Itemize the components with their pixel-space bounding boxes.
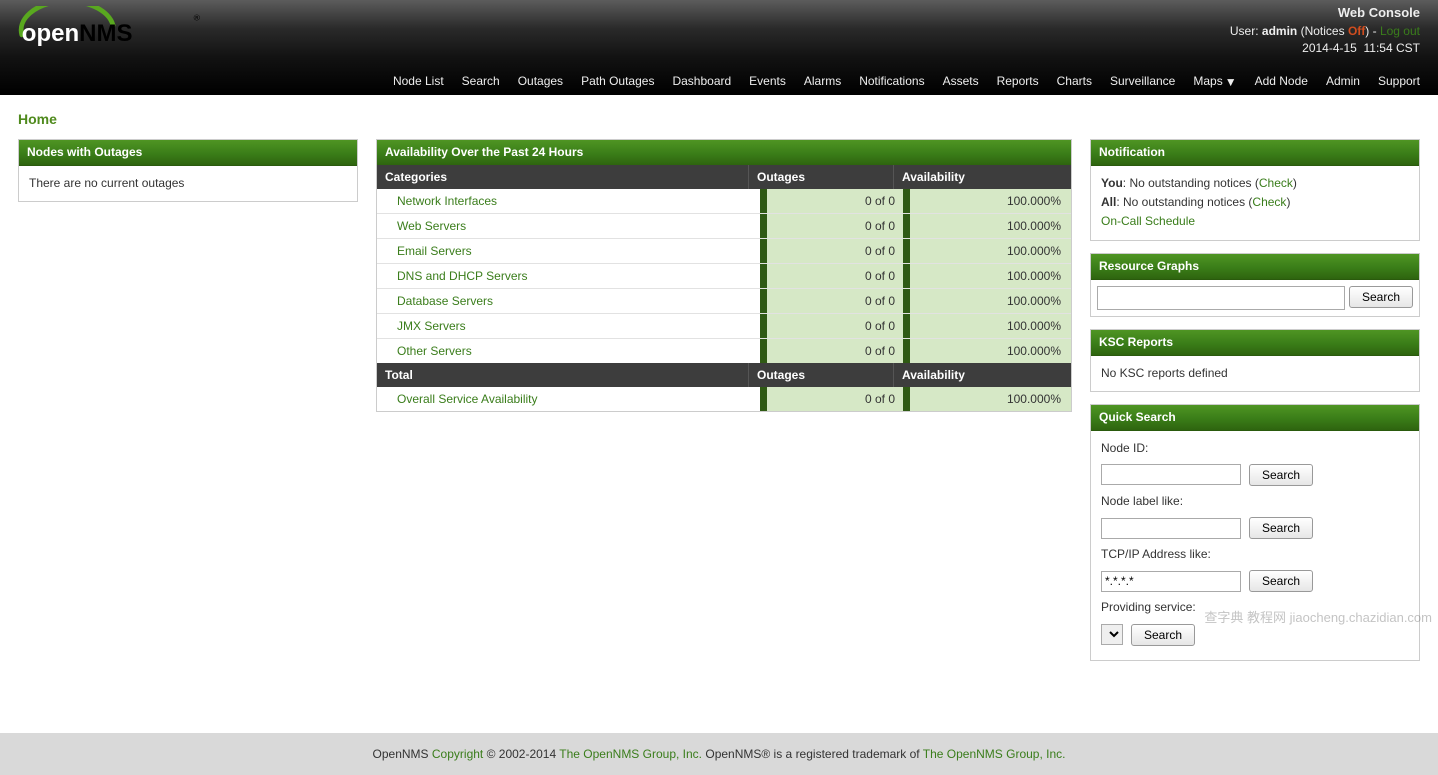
nav-alarms[interactable]: Alarms: [804, 74, 841, 89]
category-link[interactable]: Database Servers: [397, 294, 493, 308]
footer-group-link-1[interactable]: The OpenNMS Group, Inc.: [559, 747, 702, 761]
notification-panel: Notification You: No outstanding notices…: [1090, 139, 1420, 241]
nav-assets[interactable]: Assets: [943, 74, 979, 89]
tcpip-search-button[interactable]: Search: [1249, 570, 1313, 592]
availability-row: JMX Servers0 of 0100.000%: [377, 313, 1071, 338]
outages-panel-body: There are no current outages: [19, 166, 357, 201]
header-datetime: 2014-4-15 11:54 CST: [1230, 40, 1420, 57]
outages-panel: Nodes with Outages There are no current …: [18, 139, 358, 202]
footer-copyright-link[interactable]: Copyright: [432, 747, 483, 761]
node-id-input[interactable]: [1101, 464, 1241, 485]
category-link[interactable]: DNS and DHCP Servers: [397, 269, 528, 283]
check-you-link[interactable]: Check: [1259, 176, 1293, 190]
resource-graphs-panel: Resource Graphs Search: [1090, 253, 1420, 317]
nav-maps[interactable]: Maps▼: [1193, 74, 1236, 89]
availability-header-row: Categories Outages Availability: [377, 165, 1071, 189]
availability-row: Database Servers0 of 0100.000%: [377, 288, 1071, 313]
category-link[interactable]: Network Interfaces: [397, 194, 497, 208]
quick-search-panel: Quick Search Node ID: Search Node label …: [1090, 404, 1420, 661]
nav-node-list[interactable]: Node List: [393, 74, 444, 89]
availability-row: Email Servers0 of 0100.000%: [377, 238, 1071, 263]
check-all-link[interactable]: Check: [1252, 195, 1286, 209]
node-id-search-button[interactable]: Search: [1249, 464, 1313, 486]
nav-events[interactable]: Events: [749, 74, 786, 89]
main-nav: Node List Search Outages Path Outages Dashbo…: [393, 74, 1420, 89]
category-link[interactable]: JMX Servers: [397, 319, 466, 333]
outages-panel-title: Nodes with Outages: [19, 140, 357, 166]
header-status: Web Console User: admin (Notices Off) - …: [1230, 4, 1420, 58]
footer-group-link-2[interactable]: The OpenNMS Group, Inc.: [923, 747, 1066, 761]
category-link[interactable]: Other Servers: [397, 344, 472, 358]
header: openNMS ® Web Console User: admin (Notic…: [0, 0, 1438, 95]
category-link[interactable]: Email Servers: [397, 244, 472, 258]
node-label-search-button[interactable]: Search: [1249, 517, 1313, 539]
resource-graphs-search-button[interactable]: Search: [1349, 286, 1413, 308]
availability-title: Availability Over the Past 24 Hours: [377, 140, 1071, 165]
logout-link[interactable]: Log out: [1380, 24, 1420, 38]
nav-path-outages[interactable]: Path Outages: [581, 74, 654, 89]
svg-text:®: ®: [194, 12, 201, 22]
tcpip-input[interactable]: [1101, 571, 1241, 592]
ksc-reports-panel: KSC Reports No KSC reports defined: [1090, 329, 1420, 392]
nav-outages[interactable]: Outages: [518, 74, 563, 89]
nav-search[interactable]: Search: [462, 74, 500, 89]
console-title: Web Console: [1230, 4, 1420, 23]
footer: OpenNMS Copyright © 2002-2014 The OpenNM…: [0, 733, 1438, 775]
nav-charts[interactable]: Charts: [1057, 74, 1092, 89]
nav-add-node[interactable]: Add Node: [1255, 74, 1308, 89]
chevron-down-icon: ▼: [1225, 75, 1237, 89]
resource-graphs-input[interactable]: [1097, 286, 1345, 310]
node-label-input[interactable]: [1101, 518, 1241, 539]
breadcrumb[interactable]: Home: [18, 111, 1420, 127]
nav-admin[interactable]: Admin: [1326, 74, 1360, 89]
availability-row: DNS and DHCP Servers0 of 0100.000%: [377, 263, 1071, 288]
availability-row: Other Servers0 of 0100.000%: [377, 338, 1071, 363]
opennms-logo[interactable]: openNMS ®: [13, 6, 213, 54]
availability-row: Network Interfaces0 of 0100.000%: [377, 189, 1071, 213]
service-select[interactable]: [1101, 624, 1123, 645]
category-link[interactable]: Web Servers: [397, 219, 466, 233]
nav-surveillance[interactable]: Surveillance: [1110, 74, 1175, 89]
service-search-button[interactable]: Search: [1131, 624, 1195, 646]
nav-support[interactable]: Support: [1378, 74, 1420, 89]
availability-footer-row: Total Outages Availability: [377, 363, 1071, 387]
current-user: admin: [1262, 24, 1297, 38]
availability-row: Web Servers0 of 0100.000%: [377, 213, 1071, 238]
notices-status[interactable]: Off: [1348, 24, 1365, 38]
overall-availability-link[interactable]: Overall Service Availability: [397, 392, 538, 406]
svg-text:openNMS: openNMS: [22, 20, 133, 47]
nav-reports[interactable]: Reports: [997, 74, 1039, 89]
oncall-schedule-link[interactable]: On-Call Schedule: [1101, 214, 1195, 228]
availability-panel: Availability Over the Past 24 Hours Cate…: [376, 139, 1072, 412]
availability-overall-row: Overall Service Availability 0 of 0 100.…: [377, 387, 1071, 411]
nav-dashboard[interactable]: Dashboard: [672, 74, 731, 89]
nav-notifications[interactable]: Notifications: [859, 74, 924, 89]
